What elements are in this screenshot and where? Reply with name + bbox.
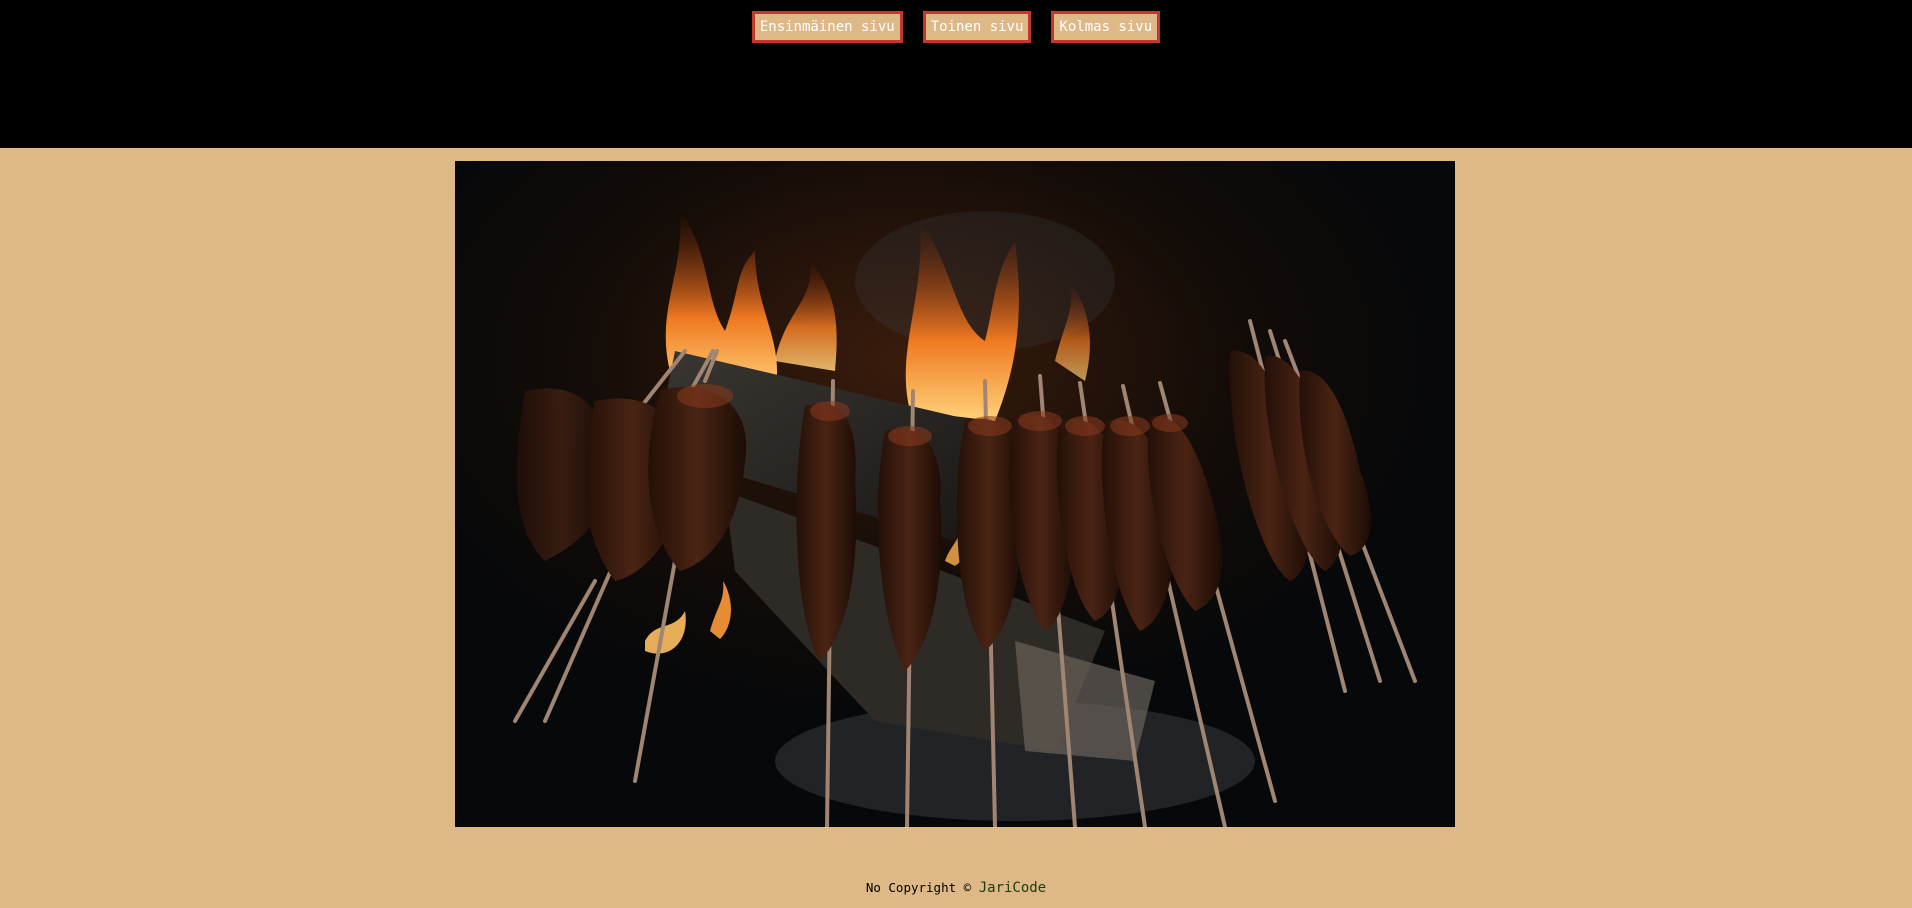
header-bar: Ensinmäinen sivu Toinen sivu Kolmas sivu [0, 0, 1912, 148]
nav-button-second-page[interactable]: Toinen sivu [922, 11, 1032, 43]
hero-image [455, 161, 1455, 827]
nav-button-third-page[interactable]: Kolmas sivu [1051, 11, 1161, 43]
main-nav: Ensinmäinen sivu Toinen sivu Kolmas sivu [0, 11, 1912, 43]
footer-author-link[interactable]: JariCode [979, 880, 1046, 896]
footer: No Copyright © JariCode [0, 880, 1912, 896]
footer-copyright-text: No Copyright © [865, 880, 979, 895]
nav-button-first-page[interactable]: Ensinmäinen sivu [751, 11, 903, 43]
